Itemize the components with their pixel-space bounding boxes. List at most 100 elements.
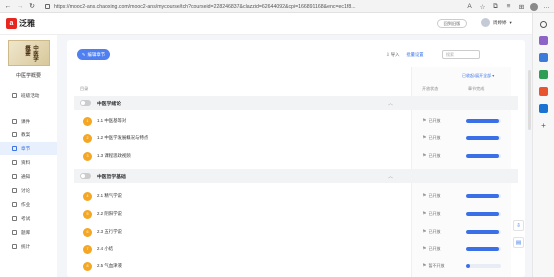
expand-all-toggle[interactable]: 已收起/展开全部 ▾ — [462, 73, 494, 79]
lesson-title[interactable]: 2.3 五行学说 — [97, 229, 122, 235]
progress-fill — [466, 230, 500, 234]
sidebar-item-10[interactable]: 统计 — [0, 240, 57, 253]
open-status[interactable]: ⚑ 已开放 — [422, 246, 440, 252]
office-icon[interactable] — [539, 87, 548, 96]
open-status[interactable]: ⚑ 已开放 — [422, 153, 440, 159]
chapter-title: 中医学绪论 — [97, 101, 121, 107]
lesson-row[interactable]: 3 1.3 课程思政视频 ⚑ 已开放 — [74, 149, 518, 163]
lesson-number-badge: 2 — [83, 133, 92, 143]
download-icon[interactable]: ⇩ — [513, 220, 524, 231]
lesson-title[interactable]: 2.1 精气学说 — [97, 193, 122, 199]
edit-chapter-button[interactable]: ✎ 编辑章节 — [77, 49, 110, 60]
table-header: 目录 开放状态 章节完成 — [74, 80, 517, 92]
sidebar-item-3[interactable]: 章节 — [0, 142, 57, 155]
lesson-number-badge: 1 — [83, 116, 92, 126]
open-status[interactable]: ⚑ 已开放 — [422, 211, 440, 217]
sidebar-item-8[interactable]: 考试 — [0, 212, 57, 225]
sidebar-item-label: 统计 — [21, 243, 31, 249]
collapse-icon[interactable]: ︿ — [388, 100, 393, 107]
lesson-row[interactable]: 4 2.1 精气学说 ⚑ 已开放 — [74, 189, 518, 203]
chapter-toggle[interactable] — [80, 173, 91, 179]
sidebar-item-label: 题库 — [21, 229, 31, 235]
progress-fill — [466, 119, 500, 123]
sidebar-item-7[interactable]: 作业 — [0, 198, 57, 211]
lesson-row[interactable]: 5 2.2 阴阳学说 ⚑ 已开放 — [74, 207, 518, 221]
sidebar-item-2[interactable]: 教案 — [0, 128, 57, 141]
chapter-icon — [12, 146, 17, 151]
tag-icon[interactable] — [539, 36, 548, 45]
sidebar-item-1[interactable]: 课件 — [0, 115, 57, 128]
sidebar-item-6[interactable]: 讨论 — [0, 184, 57, 197]
lesson-row[interactable]: 8 2.5 气血津液 ⚑ 暂不开放 — [74, 259, 518, 273]
col-status: 开放状态 — [422, 86, 439, 91]
profile-avatar[interactable] — [530, 2, 538, 11]
outlook-icon[interactable] — [539, 104, 548, 113]
search-icon[interactable] — [540, 21, 547, 28]
collapse-icon[interactable]: ︿ — [388, 173, 393, 180]
import-button[interactable]: ⇩ 导入 — [386, 52, 399, 58]
logo-icon: a — [6, 18, 17, 29]
menu-icon[interactable]: … — [542, 2, 551, 11]
forward-icon[interactable]: → — [14, 0, 26, 12]
lesson-title[interactable]: 2.2 阴阳学说 — [97, 211, 122, 217]
chapter-row[interactable]: 中医哲学基础 ︿ — [74, 169, 518, 183]
progress-bar — [466, 154, 501, 158]
open-status[interactable]: ⚑ 已开放 — [422, 135, 440, 141]
flag-icon: ⚑ — [422, 211, 427, 217]
chapter-title: 中医哲学基础 — [97, 174, 126, 180]
briefcase-icon[interactable] — [539, 53, 548, 62]
sidebar-item-label: 教案 — [21, 131, 31, 137]
sidebar-item-0[interactable]: 班级活动 — [0, 89, 57, 102]
batch-settings-button[interactable]: 批量设置 — [406, 52, 423, 58]
sidebar-item-4[interactable]: 资料 — [0, 156, 57, 169]
games-icon[interactable] — [539, 70, 548, 79]
chapter-row[interactable]: 中医学绪论 ︿ — [74, 96, 518, 110]
lesson-title[interactable]: 1.1 中医基等对 — [97, 118, 126, 124]
open-status[interactable]: ⚑ 已开放 — [422, 193, 440, 199]
edit-icon: ✎ — [81, 51, 86, 57]
course-name: 中医学概要 — [15, 73, 41, 79]
sidebar-item-9[interactable]: 题库 — [0, 226, 57, 239]
favorites-icon[interactable]: ≡ — [504, 2, 513, 11]
add-icon[interactable]: + — [539, 121, 548, 130]
lesson-title[interactable]: 1.3 课程思政视频 — [97, 153, 131, 159]
scrollbar[interactable] — [528, 70, 531, 130]
lesson-title[interactable]: 2.5 气血津液 — [97, 263, 122, 269]
read-aloud-icon[interactable]: A — [465, 2, 474, 11]
open-status[interactable]: ⚑ 已开放 — [422, 118, 440, 124]
collections-icon[interactable]: ⊞ — [517, 2, 526, 11]
homework-icon — [12, 202, 17, 207]
doc-icon[interactable]: ▤ — [513, 237, 524, 248]
search-input[interactable]: 搜索 — [442, 50, 480, 59]
extensions-icon[interactable]: ⧉ — [491, 2, 500, 11]
cover-title: 中医学概要 — [24, 45, 38, 62]
back-icon[interactable]: ← — [2, 0, 14, 12]
sidebar-item-5[interactable]: 通知 — [0, 170, 57, 183]
flag-icon: ⚑ — [422, 263, 427, 269]
progress-fill — [466, 264, 470, 268]
old-version-button[interactable]: 回到旧版 — [437, 19, 467, 28]
lesson-row[interactable]: 6 2.3 五行学说 ⚑ 已开放 — [74, 225, 518, 239]
user-menu[interactable]: 周婷婷 ▾ — [481, 18, 512, 27]
stats-icon — [12, 244, 17, 249]
open-status[interactable]: ⚑ 已开放 — [422, 229, 440, 235]
lesson-title[interactable]: 2.4 小结 — [97, 246, 113, 252]
favorite-star-icon[interactable]: ☆ — [478, 2, 487, 11]
open-status[interactable]: ⚑ 暂不开放 — [422, 263, 444, 269]
logo[interactable]: a 泛雅 — [6, 18, 35, 29]
progress-bar — [466, 212, 501, 216]
flag-icon: ⚑ — [422, 193, 427, 199]
lesson-row[interactable]: 1 1.1 中医基等对 ⚑ 已开放 — [74, 114, 518, 128]
flag-icon: ⚑ — [422, 229, 427, 235]
refresh-icon[interactable]: ↻ — [26, 0, 38, 12]
lesson-title[interactable]: 1.2 中医学发展概况与特点 — [97, 135, 148, 141]
progress-fill — [466, 212, 500, 216]
address-bar[interactable]: https://mooc2-ans.chaoxing.com/mooc2-ans… — [45, 2, 427, 11]
lesson-row[interactable]: 2 1.2 中医学发展概况与特点 ⚑ 已开放 — [74, 131, 518, 145]
chapter-toggle[interactable] — [80, 100, 91, 106]
sidebar-item-label: 课件 — [21, 118, 31, 124]
lesson-row[interactable]: 7 2.4 小结 ⚑ 已开放 — [74, 242, 518, 256]
courseware-icon — [12, 119, 17, 124]
lesson-number-badge: 8 — [83, 261, 92, 271]
course-cover: 中医学概要 — [8, 40, 50, 66]
